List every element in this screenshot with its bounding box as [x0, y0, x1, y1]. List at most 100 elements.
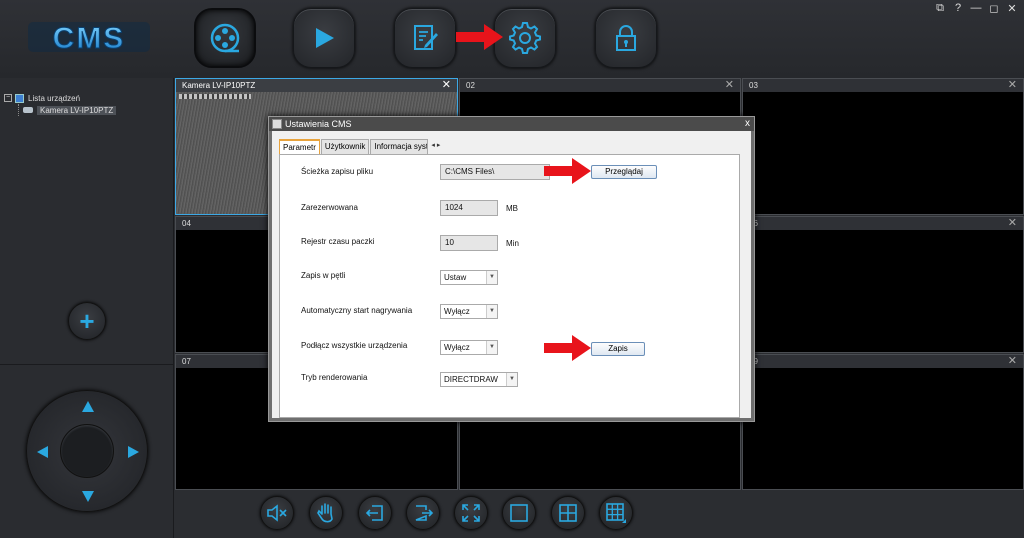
video-cell-title: Kamera LV-IP10PTZ	[176, 79, 457, 92]
reserved-field[interactable]: 1024	[440, 200, 498, 216]
play-icon	[316, 28, 334, 48]
layout-4-button[interactable]	[551, 496, 585, 530]
collapse-icon[interactable]: −	[4, 94, 12, 102]
render-select[interactable]: DIRECTDRAW ▼	[440, 372, 518, 387]
nav-button-log[interactable]	[394, 8, 456, 68]
tab-parametr[interactable]: Parametr	[279, 139, 320, 155]
video-cell-title: 02	[460, 79, 740, 92]
fullscreen-icon	[462, 504, 480, 522]
loop-label: Zapis w pętli	[301, 271, 346, 280]
left-panel: − Lista urządzeń Kamera LV-IP10PTZ +	[0, 78, 174, 538]
window-controls: ⧉ ? — ◻ ✕	[934, 2, 1018, 15]
parametr-panel: Ścieżka zapisu pliku C:\CMS Files\ Przeg…	[279, 154, 740, 418]
annotation-arrow-settings	[456, 24, 503, 50]
packet-field[interactable]: 10	[440, 235, 498, 251]
tree-root[interactable]: − Lista urządzeń	[4, 92, 116, 104]
plus-icon: +	[79, 306, 95, 336]
gear-icon	[509, 22, 541, 54]
tab-scroll-arrows[interactable]: ◂ ▸	[429, 139, 440, 154]
tab-uzytkownik[interactable]: Użytkownik	[320, 139, 370, 154]
fullscreen-button[interactable]	[454, 496, 488, 530]
edit-document-icon	[414, 25, 438, 50]
export-icon	[365, 505, 383, 521]
close-icon[interactable]: ✕	[1008, 79, 1017, 92]
dialog-tabs: Parametr Użytkownik Informacja systemu ◂…	[279, 139, 440, 155]
video-cell-3[interactable]: 03 ✕	[742, 78, 1024, 215]
hand-icon	[317, 503, 333, 523]
annotation-arrow-save	[544, 335, 591, 361]
save-button[interactable]: Zapis	[591, 342, 645, 356]
import-button[interactable]	[406, 496, 440, 530]
browse-button[interactable]: Przeglądaj	[591, 165, 657, 179]
nav-button-lock[interactable]	[595, 8, 657, 68]
packet-label: Rejestr czasu paczki	[301, 237, 375, 246]
camera-icon	[23, 107, 33, 113]
tree-item-camera[interactable]: Kamera LV-IP10PTZ	[18, 104, 117, 116]
window-mode-icon[interactable]: ⧉	[934, 2, 946, 15]
chevron-down-icon: ▼	[506, 373, 517, 386]
loop-select[interactable]: Ustaw ▼	[440, 270, 498, 285]
tree-item-camera-label: Kamera LV-IP10PTZ	[37, 105, 117, 115]
minimize-icon[interactable]: —	[970, 2, 982, 15]
camera-osd	[179, 94, 251, 99]
cms-logo: CMS	[28, 22, 150, 56]
close-icon[interactable]: x	[745, 117, 750, 131]
reserved-unit: MB	[506, 204, 518, 213]
restore-icon[interactable]: ◻	[988, 2, 1000, 15]
dialog-title: Ustawienia CMS	[285, 119, 352, 129]
video-cell-9[interactable]: 09 ✕	[742, 354, 1024, 490]
panel-divider	[0, 364, 174, 365]
autostart-select-value: Wyłącz	[444, 307, 470, 316]
autostart-select[interactable]: Wyłącz ▼	[440, 304, 498, 319]
layout-1-button[interactable]	[502, 496, 536, 530]
ptz-up-icon[interactable]	[82, 401, 94, 412]
tab-informacja-systemu[interactable]: Informacja systemu	[370, 139, 429, 154]
ptz-joystick[interactable]	[26, 390, 148, 512]
dialog-titlebar[interactable]: Ustawienia CMS x	[269, 117, 754, 131]
connect-all-select[interactable]: Wyłącz ▼	[440, 340, 498, 355]
ptz-right-icon[interactable]	[128, 446, 139, 458]
annotation-arrow-browse	[544, 158, 591, 184]
device-tree: − Lista urządzeń Kamera LV-IP10PTZ	[4, 92, 117, 116]
nav-button-playback[interactable]	[293, 8, 355, 68]
save-path-label: Ścieżka zapisu pliku	[301, 167, 374, 176]
close-icon[interactable]: ✕	[725, 79, 734, 92]
close-icon[interactable]: ✕	[1006, 2, 1018, 15]
top-header: CMS ⧉ ? — ◻ ✕	[0, 0, 1024, 78]
render-select-value: DIRECTDRAW	[444, 375, 498, 384]
export-button[interactable]	[358, 496, 392, 530]
ptz-center-button[interactable]	[60, 424, 114, 478]
layout-9-button[interactable]	[599, 496, 633, 530]
layout-1-icon	[510, 504, 528, 522]
video-cell-6[interactable]: 06 ✕	[742, 216, 1024, 353]
render-label: Tryb renderowania	[301, 373, 368, 382]
import-icon	[415, 505, 434, 521]
close-icon[interactable]: ✕	[1008, 217, 1017, 230]
mute-icon	[267, 504, 287, 522]
chevron-down-icon: ▼	[486, 341, 497, 354]
dialog-app-icon	[272, 119, 282, 129]
settings-dialog: Ustawienia CMS x Parametr Użytkownik Inf…	[268, 116, 755, 422]
nav-button-live-view[interactable]	[194, 8, 256, 68]
help-icon[interactable]: ?	[952, 2, 964, 15]
close-icon[interactable]: ✕	[442, 79, 451, 92]
add-device-button[interactable]: +	[68, 302, 106, 340]
chevron-down-icon: ▼	[486, 271, 497, 284]
mute-button[interactable]	[260, 496, 294, 530]
film-reel-icon	[210, 23, 240, 53]
dialog-body: Parametr Użytkownik Informacja systemu ◂…	[272, 131, 751, 418]
video-cell-title: 09	[743, 355, 1023, 368]
connect-all-label: Podłącz wszystkie urządzenia	[301, 341, 408, 350]
close-icon[interactable]: ✕	[1008, 355, 1017, 368]
drag-hand-button[interactable]	[309, 496, 343, 530]
autostart-label: Automatyczny start nagrywania	[301, 306, 413, 315]
save-path-field[interactable]: C:\CMS Files\	[440, 164, 550, 180]
layout-4-icon	[559, 504, 577, 522]
layout-9-icon	[606, 503, 626, 523]
device-list-icon	[15, 93, 24, 103]
ptz-down-icon[interactable]	[82, 491, 94, 502]
tree-root-label: Lista urządzeń	[28, 93, 81, 103]
lock-icon	[616, 25, 636, 51]
chevron-down-icon: ▼	[486, 305, 497, 318]
ptz-left-icon[interactable]	[37, 446, 48, 458]
